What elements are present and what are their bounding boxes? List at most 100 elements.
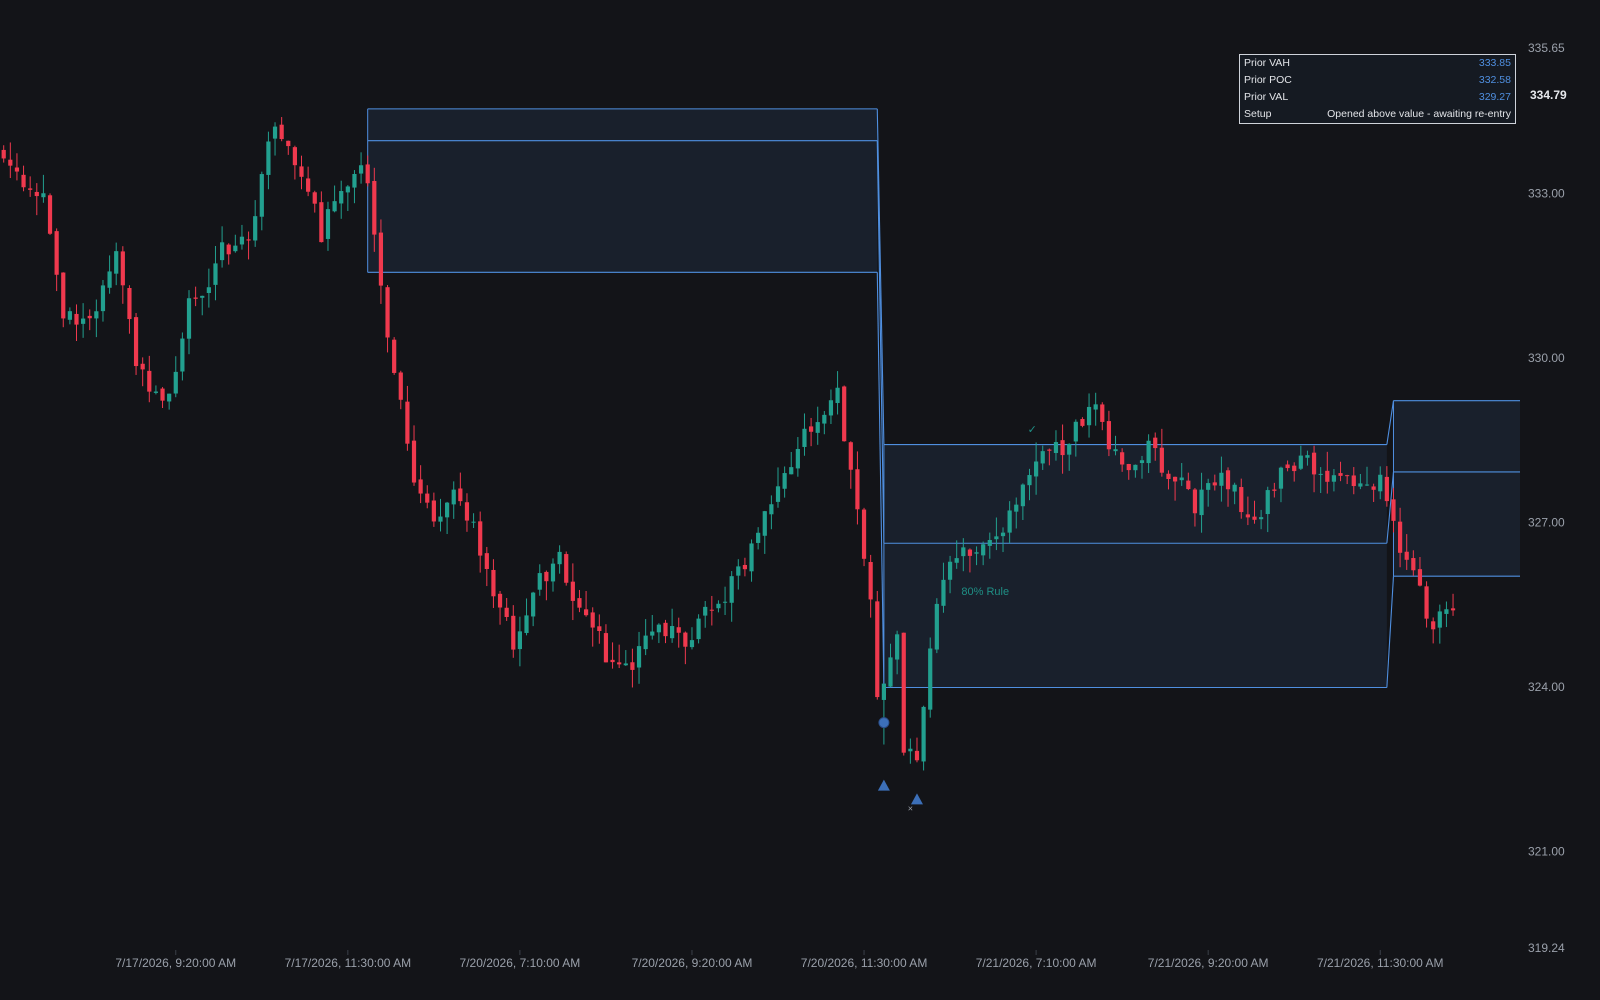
candle-body — [1014, 504, 1019, 512]
candle — [835, 371, 840, 415]
candle-body — [597, 626, 602, 631]
candle — [643, 619, 648, 656]
candle — [438, 498, 443, 532]
candle — [1093, 392, 1098, 426]
candle-body — [418, 479, 423, 494]
candle-body — [1007, 510, 1012, 533]
candle — [87, 309, 92, 331]
candle-body — [742, 564, 748, 570]
candle — [173, 356, 178, 398]
candle-body — [789, 467, 794, 475]
candle — [524, 598, 529, 636]
y-tick-label: 319.24 — [1528, 941, 1565, 955]
candle-body — [1298, 455, 1303, 469]
box-connector — [1386, 400, 1395, 445]
candle — [696, 614, 701, 644]
candle — [531, 591, 536, 627]
candle-body — [1285, 464, 1290, 469]
candle — [1437, 604, 1442, 644]
candle — [636, 631, 642, 684]
candle — [213, 245, 218, 301]
candle — [795, 437, 800, 477]
candle-body — [1259, 517, 1264, 520]
candle-body — [895, 634, 900, 660]
candle-body — [458, 488, 463, 502]
candle-body — [147, 370, 152, 392]
candle-body — [405, 401, 410, 444]
candle-body — [1225, 470, 1231, 490]
candle-body — [114, 251, 119, 274]
candle — [511, 605, 516, 658]
candle-body — [709, 609, 714, 611]
candle-body — [1186, 480, 1191, 490]
price-chart[interactable]: × 80% Rule ✓ 335.65 333.00 330.00 327.00 324.… — [0, 0, 1600, 1000]
candle — [676, 617, 681, 648]
y-tick-label: 333.00 — [1528, 186, 1565, 200]
x-tick-label: 7/21/2026, 11:30:00 AM — [1317, 956, 1444, 970]
candle — [663, 619, 668, 644]
y-tick-label: 330.00 — [1528, 351, 1565, 365]
candle-body — [947, 561, 953, 580]
candle-body — [226, 244, 231, 255]
candle-body — [928, 648, 933, 710]
candle-body — [769, 504, 774, 515]
candle-body — [1219, 472, 1224, 486]
candle-body — [74, 313, 79, 325]
entry-circle-marker — [878, 717, 890, 729]
candle — [749, 539, 754, 582]
candle — [716, 600, 721, 613]
candle — [339, 180, 344, 219]
candle-body — [345, 186, 350, 193]
candle-body — [1139, 460, 1145, 464]
candle-body — [1073, 421, 1078, 442]
candle-body — [656, 624, 661, 633]
candle — [54, 228, 59, 292]
candle — [478, 511, 483, 573]
box-connector — [1386, 576, 1395, 688]
candle — [21, 165, 26, 192]
candle — [1444, 601, 1449, 628]
candle — [451, 481, 456, 519]
candle — [385, 284, 390, 353]
candle-body — [1397, 521, 1403, 553]
candle — [769, 495, 774, 530]
candle-body — [1318, 473, 1323, 475]
info-label: Prior POC — [1244, 74, 1292, 86]
candle-body — [1000, 532, 1006, 537]
candle-body — [186, 298, 192, 339]
candle-body — [934, 603, 939, 650]
candle — [299, 155, 304, 190]
candle-body — [107, 271, 112, 288]
candle-body — [299, 166, 304, 177]
candle-body — [1120, 452, 1125, 465]
value-area-fill — [1393, 400, 1520, 577]
candle-body — [34, 191, 39, 197]
candle-body — [762, 511, 767, 536]
candle-body — [484, 553, 489, 569]
candle-body — [994, 536, 999, 540]
candle-body — [670, 626, 675, 639]
candle-body — [1212, 482, 1217, 486]
candle-body — [835, 387, 840, 404]
candle — [590, 607, 595, 647]
candle — [411, 425, 417, 486]
candle-body — [716, 603, 721, 609]
candle-body — [921, 706, 926, 762]
candle-body — [491, 569, 496, 597]
candle-body — [173, 371, 178, 394]
value-area-box — [883, 443, 1387, 689]
candle-body — [1444, 609, 1449, 614]
candle — [292, 145, 297, 180]
candle-body — [1239, 487, 1244, 513]
candle — [219, 226, 225, 268]
exit-cross-marker: × — [908, 804, 913, 814]
candle-body — [87, 315, 92, 319]
candle-body — [325, 209, 331, 239]
candle-body — [160, 388, 165, 401]
candle — [160, 387, 165, 409]
candle-body — [544, 571, 549, 582]
candle-body — [14, 167, 20, 172]
candle-body — [577, 598, 582, 608]
candle-body — [1252, 516, 1257, 520]
candle-body — [676, 627, 681, 633]
